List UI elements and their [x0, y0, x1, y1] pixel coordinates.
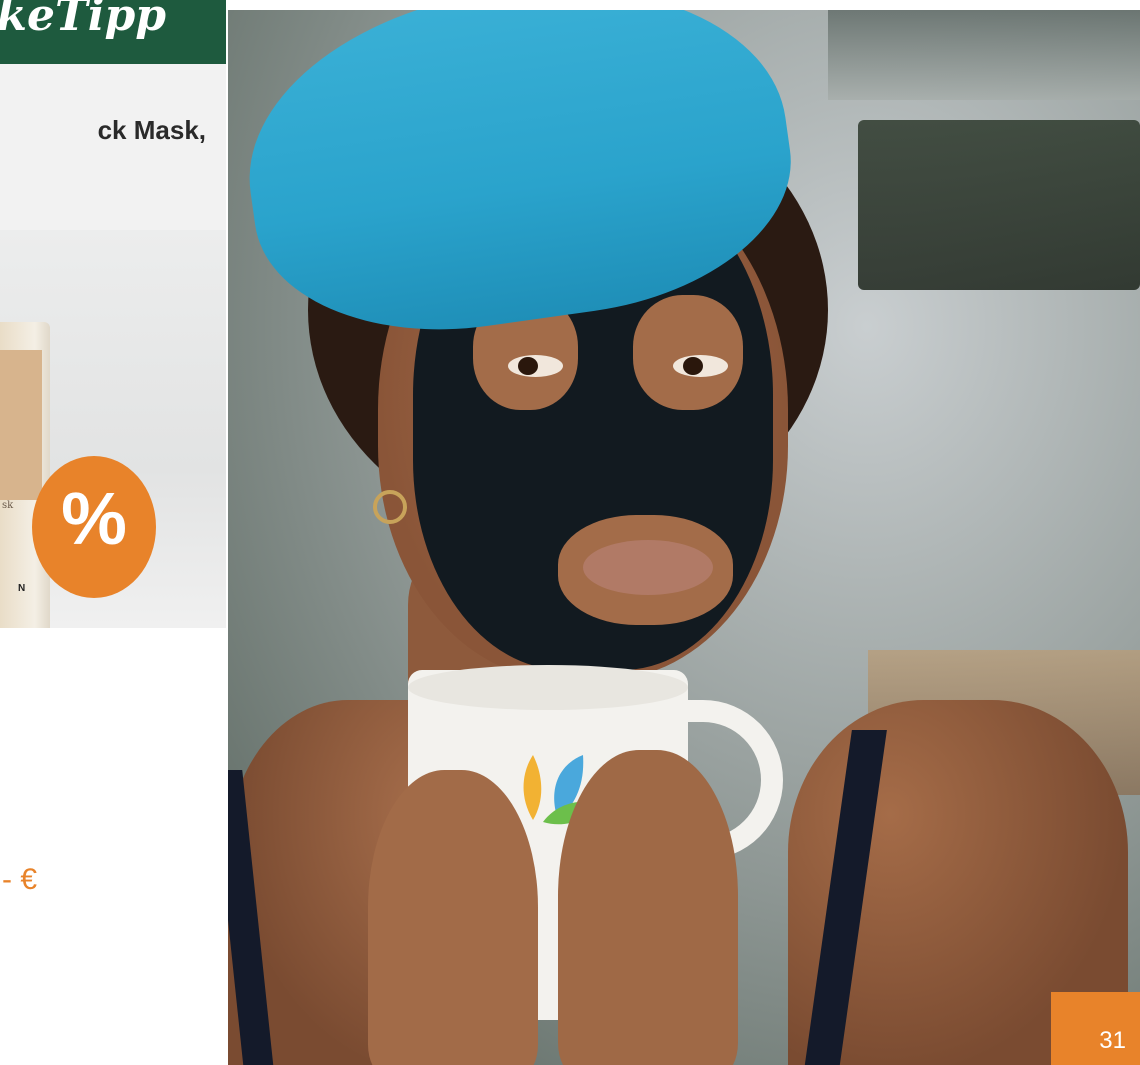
earring: [373, 490, 407, 524]
page-number-box: 31: [1051, 992, 1140, 1065]
page-number: 31: [1099, 1027, 1126, 1054]
card-header-title: nkeTipp: [0, 0, 166, 41]
discount-symbol: %: [61, 477, 127, 560]
hand-right: [558, 750, 738, 1065]
card-header: nkeTipp: [0, 0, 226, 64]
kitchen-window: [858, 120, 1140, 290]
card-price-area: [0, 628, 226, 947]
eye-area-right: [633, 295, 743, 410]
mug-rim: [408, 665, 688, 710]
hero-photo: [228, 10, 1140, 1065]
product-tube-logo: N: [18, 583, 26, 594]
iris-left: [518, 357, 538, 375]
hand-left: [368, 770, 538, 1065]
discount-badge: %: [32, 456, 156, 598]
tip-card: nkeTipp ck Mask, sk N % - €: [0, 0, 226, 947]
lips: [583, 540, 713, 595]
price: - €: [2, 863, 38, 896]
kitchen-hood: [828, 10, 1140, 100]
product-tube-label: sk: [2, 500, 14, 511]
product-name: ck Mask,: [97, 115, 206, 145]
iris-right: [683, 357, 703, 375]
